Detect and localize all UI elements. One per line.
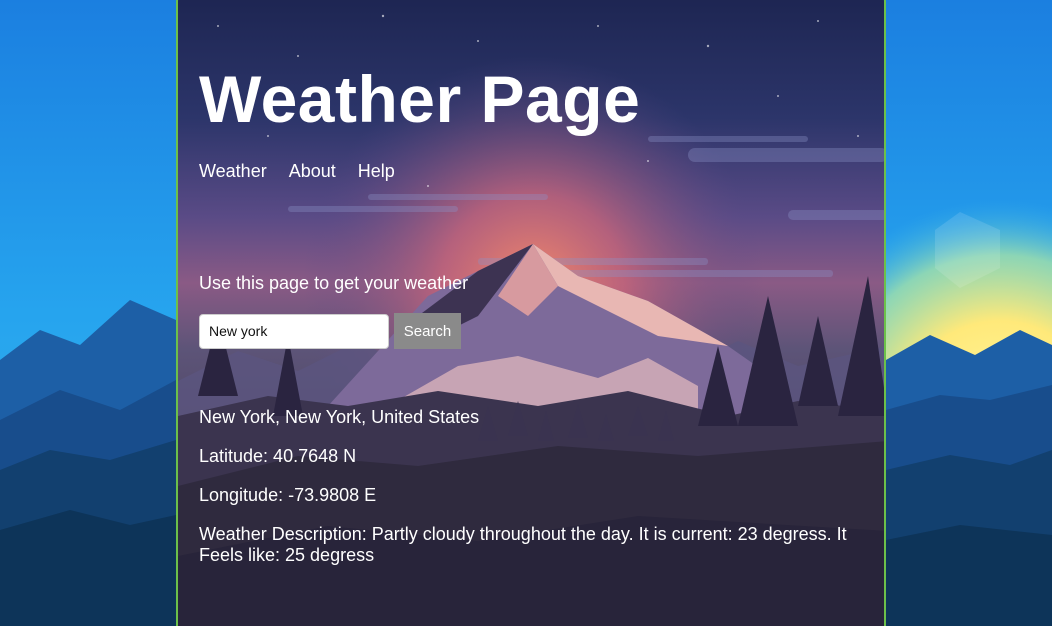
page-title: Weather Page (199, 62, 641, 136)
intro-text: Use this page to get your weather (199, 273, 469, 293)
location-result: New York, New York, United States (199, 407, 480, 427)
search-button[interactable]: Search (394, 313, 461, 349)
search-form: Search (199, 313, 461, 349)
weather-results: New York, New York, United States Latitu… (199, 407, 859, 584)
nav-link-weather[interactable]: Weather (199, 161, 267, 182)
location-search-input[interactable] (199, 313, 389, 349)
latitude-result: Latitude: 40.7648 N (199, 446, 357, 466)
card-content: Weather Page Weather About Help Use this… (178, 0, 884, 626)
longitude-result: Longitude: -73.9808 E (199, 485, 377, 505)
main-nav: Weather About Help (199, 161, 395, 182)
weather-card: Weather Page Weather About Help Use this… (176, 0, 886, 626)
nav-link-help[interactable]: Help (358, 161, 395, 182)
nav-link-about[interactable]: About (289, 161, 336, 182)
weather-description: Weather Description: Partly cloudy throu… (199, 524, 847, 565)
